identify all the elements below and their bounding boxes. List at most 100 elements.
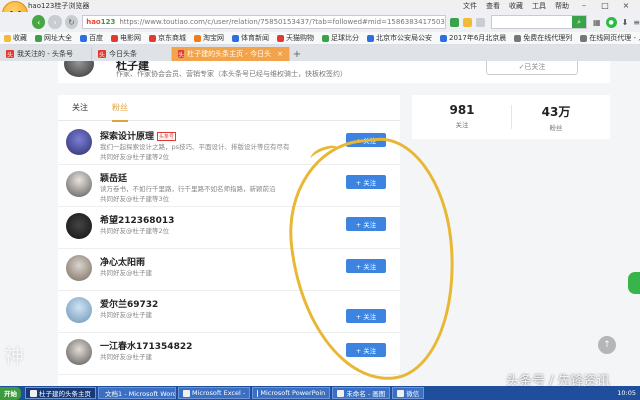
bookmark-label: 足球比分	[331, 34, 359, 42]
bookmark-item[interactable]: 电影网	[111, 33, 141, 43]
mutual-friends: 共同好友@杜子建等3位	[100, 195, 170, 203]
bookmark-item[interactable]: 收藏	[4, 33, 27, 43]
app-icon	[30, 389, 37, 397]
taskbar-item[interactable]: 文档1 - Microsoft Word	[98, 387, 176, 399]
bookmark-item[interactable]: 百度	[80, 33, 103, 43]
bookmark-icon	[277, 34, 284, 42]
back-button[interactable]: ‹	[32, 15, 46, 29]
relation-tabs: 关注 粉丝	[58, 95, 400, 122]
download-icon[interactable]: ⬇	[622, 18, 629, 27]
avatar[interactable]	[66, 339, 92, 365]
stat-following-label: 关注	[455, 121, 469, 129]
profile-avatar[interactable]	[64, 61, 94, 77]
bookmark-item[interactable]: 网址大全	[35, 33, 72, 43]
maximize-icon[interactable]: □	[599, 1, 611, 11]
menu-favorites[interactable]: 收藏	[509, 1, 523, 11]
menu-icon[interactable]: ≡	[633, 18, 640, 27]
taskbar-item[interactable]: 杜子建的头条主页	[25, 387, 96, 399]
tab-following[interactable]: 关注	[72, 102, 88, 113]
avatar[interactable]	[66, 171, 92, 197]
avatar[interactable]	[66, 255, 92, 281]
bookmark-item[interactable]: 足球比分	[322, 33, 359, 43]
start-button[interactable]: 开始	[0, 386, 21, 400]
followed-button[interactable]: ✓已关注	[486, 61, 578, 75]
minimize-icon[interactable]: –	[578, 1, 590, 11]
refresh-button[interactable]: ↻	[64, 15, 79, 29]
stat-fans-count: 43万	[541, 105, 571, 119]
bookmark-icon	[35, 34, 42, 42]
follow-button[interactable]: + 关注	[346, 175, 386, 189]
taskbar-item[interactable]: Microsoft PowerPoin	[252, 387, 331, 399]
avatar[interactable]	[66, 297, 92, 323]
close-icon[interactable]: ×	[620, 1, 632, 11]
bookmark-item[interactable]: 2017年6月北京晨	[440, 33, 506, 43]
bookmark-item[interactable]: 北京市公安局公安	[367, 33, 432, 43]
bookmark-icon	[322, 34, 329, 42]
bookmark-item[interactable]: 在线网页代理 - 人	[580, 33, 640, 43]
shield-icon[interactable]	[450, 17, 460, 27]
bookmark-label: 在线网页代理 - 人	[589, 34, 640, 42]
list-item: 爱尔兰69732 共同好友@杜子建 + 关注	[58, 291, 400, 333]
browser-tab[interactable]: 头今日头条	[92, 47, 172, 61]
stat-fans[interactable]: 43万 粉丝	[516, 103, 596, 132]
avatar[interactable]	[66, 213, 92, 239]
bookmark-item[interactable]: 天猫购物	[277, 33, 314, 43]
taskbar-item[interactable]: 未命名 - 画图	[332, 387, 391, 399]
bookmark-item[interactable]: 体育新闻	[232, 33, 269, 43]
relation-list: 关注 粉丝 探索设计原理 头条号 我们一起探索设计之路，ps技巧、平面设计、排版设计…	[58, 95, 400, 386]
bookmark-label: 北京市公安局公安	[376, 34, 432, 42]
grid-icon[interactable]: ▦	[593, 18, 601, 27]
star-icon[interactable]	[476, 17, 486, 27]
bookmark-label: 体育新闻	[241, 34, 269, 42]
menu-view[interactable]: 查看	[486, 1, 500, 11]
bookmark-icon	[514, 34, 522, 42]
bookmark-item[interactable]: 淘宝网	[194, 33, 224, 43]
url-field[interactable]: hao123 https://www.toutiao.com/c/user/re…	[82, 15, 447, 29]
verified-badge: 头条号	[157, 132, 177, 141]
taskbar-item[interactable]: 微信	[392, 387, 425, 399]
menu-file[interactable]: 文件	[463, 1, 477, 11]
clock[interactable]: 10:05	[617, 389, 636, 397]
bookmark-icon	[149, 34, 156, 42]
stat-following[interactable]: 981 关注	[422, 103, 502, 129]
follow-button[interactable]: + 关注	[346, 133, 386, 147]
bookmark-icon	[194, 34, 201, 42]
browser-tab[interactable]: 头我关注的 - 头条号	[0, 47, 92, 61]
follow-button[interactable]: + 关注	[346, 217, 386, 231]
bookmark-label: 百度	[89, 34, 103, 42]
mutual-friends: 共同好友@杜子建	[100, 353, 152, 361]
tab-label: 今日头条	[109, 50, 137, 58]
back-to-top-icon[interactable]: ↑	[598, 336, 616, 354]
browser-tab[interactable]: 头杜子建的头条主页 - 今日头 ×	[172, 47, 290, 61]
menu-help[interactable]: 帮助	[555, 1, 569, 11]
lightning-icon[interactable]	[463, 17, 473, 27]
search-icon[interactable]: ⌕	[572, 16, 587, 28]
avatar[interactable]	[66, 129, 92, 155]
bookmark-icon	[111, 34, 118, 42]
app-icon	[183, 389, 190, 397]
menu-bar: 文件 查看 收藏 工具 帮助 – □ ×	[463, 1, 632, 11]
bookmark-label: 京东商城	[158, 34, 186, 42]
system-tray: 10:05	[617, 389, 640, 397]
bookmark-item[interactable]: 京东商城	[149, 33, 186, 43]
bookmark-label: 淘宝网	[203, 34, 224, 42]
forward-button[interactable]: ›	[48, 15, 62, 29]
taskbar-label: Microsoft Excel -	[192, 389, 246, 397]
side-float-icon[interactable]	[628, 272, 640, 294]
tab-fans[interactable]: 粉丝	[112, 102, 128, 122]
menu-tools[interactable]: 工具	[532, 1, 546, 11]
follow-button[interactable]: + 关注	[346, 259, 386, 273]
new-tab-button[interactable]: +	[290, 47, 304, 61]
bookmark-item[interactable]: 免费在线代理列	[514, 33, 572, 43]
follow-button[interactable]: + 关注	[346, 309, 386, 323]
tab-close-icon[interactable]: ×	[277, 50, 283, 58]
app-icon	[257, 389, 259, 397]
wechat-icon[interactable]: ●	[605, 16, 617, 28]
app-icon	[337, 389, 345, 397]
bookmark-icon	[232, 34, 239, 42]
windows-taskbar: 开始 杜子建的头条主页 文档1 - Microsoft Word Microsoft…	[0, 386, 640, 400]
follow-button[interactable]: + 关注	[346, 343, 386, 357]
user-bio: 读万卷书，不如行千里路，行千里路不如名师指路，新颖前沿	[100, 185, 276, 193]
taskbar-item[interactable]: Microsoft Excel -	[178, 387, 251, 399]
search-input[interactable]: ⌕	[491, 15, 588, 29]
